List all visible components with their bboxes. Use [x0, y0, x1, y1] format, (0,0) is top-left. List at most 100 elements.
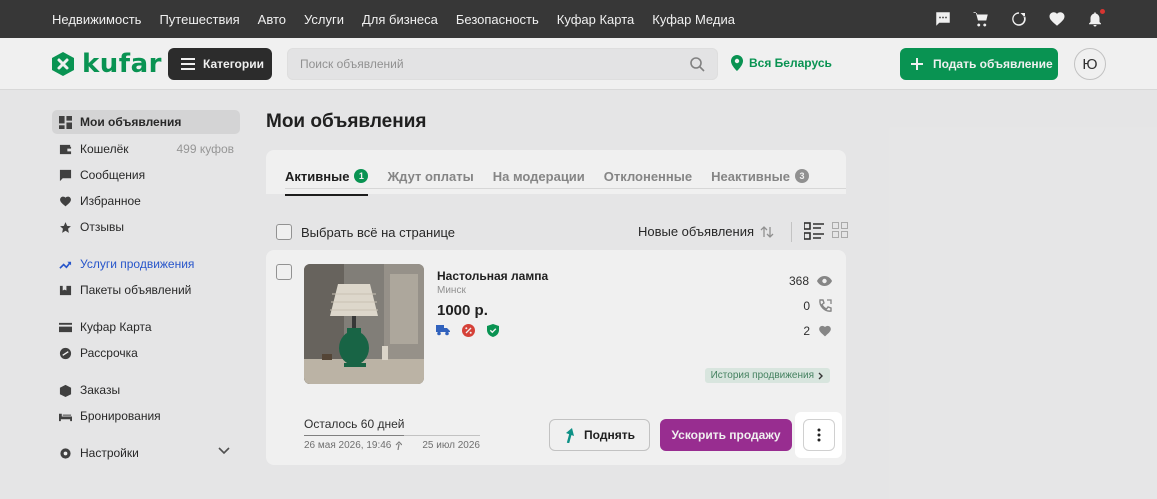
more-vertical-icon	[817, 428, 820, 442]
tab-active[interactable]: Активные 1	[285, 164, 369, 196]
orders-icon	[58, 383, 72, 397]
topnav-link-kufar-card[interactable]: Куфар Карта	[557, 12, 634, 27]
region-label: Вся Беларусь	[749, 56, 832, 70]
start-date-group: 26 мая 2026, 19:46	[304, 440, 403, 451]
sidebar-item-messages[interactable]: Сообщения	[52, 162, 240, 188]
sidebar-item-bookings[interactable]: Бронирования	[52, 403, 240, 429]
sidebar-item-kufar-card[interactable]: Куфар Карта	[52, 314, 240, 340]
promotion-history-label: История продвижения	[710, 370, 814, 381]
sidebar-item-ad-packages[interactable]: Пакеты объявлений	[52, 277, 240, 303]
ad-title[interactable]: Настольная лампа	[437, 269, 548, 283]
trend-icon	[58, 257, 72, 271]
more-options-button[interactable]	[802, 419, 835, 451]
post-ad-button[interactable]: Подать объявление	[900, 48, 1058, 80]
sidebar-item-label: Кошелёк	[80, 142, 129, 156]
ad-card: Настольная лампа Минск 1000 р. 368 0 2 И…	[266, 250, 846, 465]
topnav-link-business[interactable]: Для бизнеса	[362, 12, 438, 27]
tab-rejected[interactable]: Отклоненные	[604, 164, 692, 188]
tab-inactive[interactable]: Неактивные 3	[711, 164, 809, 188]
views-count: 368	[788, 273, 809, 288]
avatar[interactable]: Ю	[1074, 48, 1106, 80]
tab-count-badge: 3	[794, 169, 809, 183]
sidebar-item-label: Рассрочка	[80, 346, 138, 360]
discount-icon	[462, 324, 475, 337]
tab-awaiting-payment[interactable]: Ждут оплаты	[387, 164, 473, 188]
calls-count: 0	[803, 298, 810, 313]
categories-button[interactable]: Категории	[168, 48, 272, 80]
raise-arrow-icon	[566, 428, 575, 443]
installment-icon	[58, 346, 72, 360]
topnav-link-kufar-media[interactable]: Куфар Медиа	[652, 12, 735, 27]
tab-count-badge: 1	[354, 169, 369, 183]
topnav-link-services[interactable]: Услуги	[304, 12, 344, 27]
more-options-highlight	[795, 412, 842, 458]
ad-lifetime: Осталось 60 дней 26 мая 2026, 19:46 25 и…	[304, 417, 480, 451]
chevron-down-icon[interactable]	[218, 447, 230, 455]
star-icon	[58, 220, 72, 234]
heart-icon[interactable]	[1047, 9, 1067, 29]
sidebar-item-installment[interactable]: Рассрочка	[52, 340, 240, 366]
search-input[interactable]: Поиск объявлений	[287, 48, 718, 80]
wallet-balance: 499 куфов	[176, 142, 234, 156]
sidebar-item-label: Отзывы	[80, 220, 124, 234]
ad-dates: 26 мая 2026, 19:46 25 июл 2026	[304, 440, 480, 451]
ad-thumbnail[interactable]	[304, 264, 424, 384]
notification-dot	[1100, 9, 1105, 14]
sidebar-item-label: Услуги продвижения	[80, 257, 195, 271]
settings-icon	[58, 446, 72, 460]
cart-icon[interactable]	[971, 9, 991, 29]
sort-selector[interactable]: Новые объявления	[638, 224, 774, 239]
tabs-panel: Активные 1 Ждут оплаты На модерации Откл…	[266, 150, 846, 196]
sidebar-item-favorites[interactable]: Избранное	[52, 188, 240, 214]
promotion-history-link[interactable]: История продвижения	[704, 368, 830, 383]
favorites-stat: 2	[772, 318, 832, 343]
select-all-label[interactable]: Выбрать всё на странице	[301, 225, 455, 240]
list-view-icon[interactable]	[804, 222, 824, 240]
days-left-label: Осталось 60 дней	[304, 417, 480, 436]
compare-icon[interactable]	[1009, 9, 1029, 29]
tab-label: На модерации	[492, 168, 585, 184]
categories-label: Категории	[203, 57, 264, 71]
sidebar-item-my-ads[interactable]: Мои объявления	[52, 110, 240, 134]
dashboard-icon	[58, 115, 72, 129]
sidebar-item-label: Сообщения	[80, 168, 146, 182]
chevron-right-icon	[818, 372, 823, 379]
grid-view-icon[interactable]	[832, 222, 848, 238]
calls-stat: 0	[772, 293, 832, 318]
raise-button[interactable]: Поднять	[549, 419, 650, 451]
views-stat: 368	[772, 268, 832, 293]
sidebar-item-settings[interactable]: Настройки	[52, 440, 240, 466]
end-date: 25 июл 2026	[422, 440, 480, 451]
search-icon[interactable]	[689, 56, 705, 72]
tab-moderation[interactable]: На модерации	[493, 164, 585, 188]
select-all-checkbox[interactable]	[276, 224, 292, 240]
sidebar-item-promotion-services[interactable]: Услуги продвижения	[52, 251, 240, 277]
chat-icon[interactable]	[933, 9, 953, 29]
sidebar-item-wallet[interactable]: Кошелёк 499 куфов	[52, 136, 240, 162]
page-title: Мои объявления	[266, 111, 427, 132]
sidebar-item-orders[interactable]: Заказы	[52, 377, 240, 403]
message-icon	[58, 168, 72, 182]
region-selector[interactable]: Вся Беларусь	[731, 55, 832, 71]
select-all-row: Выбрать всё на странице Новые объявления	[276, 222, 848, 242]
ad-city: Минск	[437, 285, 466, 296]
sidebar-item-label: Пакеты объявлений	[80, 283, 192, 297]
topnav-link-security[interactable]: Безопасность	[456, 12, 539, 27]
bell-icon[interactable]	[1085, 9, 1105, 29]
sidebar-item-reviews[interactable]: Отзывы	[52, 214, 240, 240]
kufar-logo[interactable]: kufar	[50, 49, 162, 79]
status-tabs: Активные 1 Ждут оплаты На модерации Откл…	[285, 164, 809, 196]
days-left-text: Осталось 60 дней	[304, 417, 405, 431]
topnav-link-auto[interactable]: Авто	[258, 12, 286, 27]
raise-small-icon	[395, 441, 403, 450]
boost-sale-button[interactable]: Ускорить продажу	[660, 419, 792, 451]
topnav-link-realty[interactable]: Недвижимость	[52, 12, 141, 27]
tab-label: Ждут оплаты	[387, 168, 474, 184]
location-pin-icon	[731, 55, 743, 71]
phone-icon	[819, 298, 832, 312]
logo-text: kufar	[82, 49, 162, 79]
sidebar: Мои объявления Кошелёк 499 куфов Сообщен…	[52, 110, 240, 466]
ad-select-checkbox[interactable]	[276, 264, 292, 280]
topnav-link-travel[interactable]: Путешествия	[159, 12, 239, 27]
view-divider	[791, 222, 792, 242]
